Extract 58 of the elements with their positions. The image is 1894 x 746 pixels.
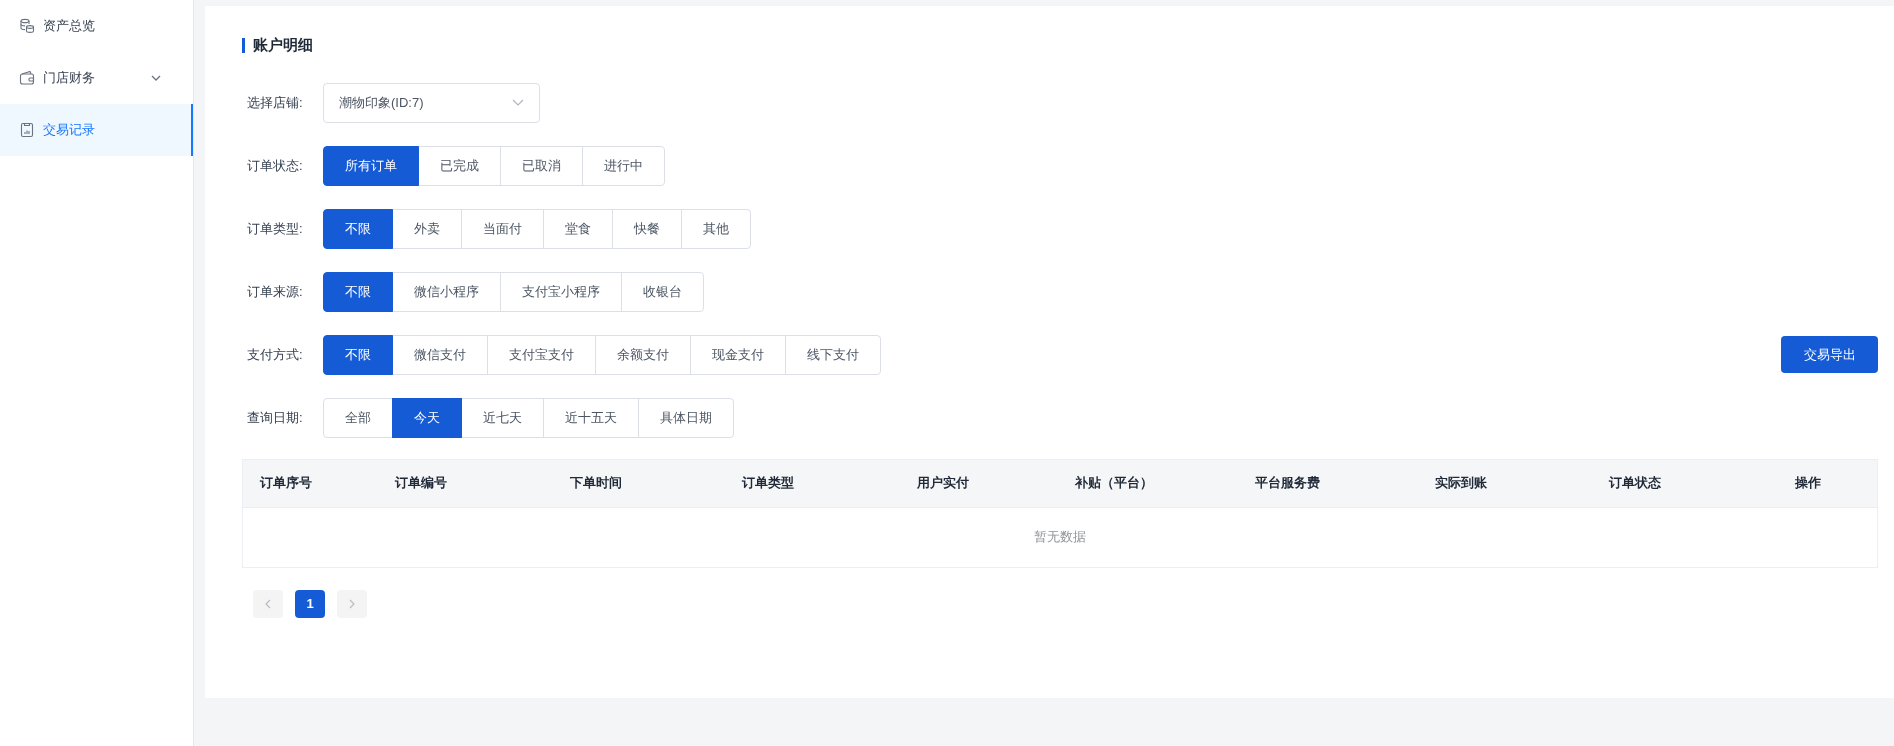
title-accent-bar <box>242 37 245 53</box>
filter-option[interactable]: 近十五天 <box>543 397 639 438</box>
report-icon <box>19 122 35 138</box>
filter-option[interactable]: 收银台 <box>621 271 704 312</box>
filter-option[interactable]: 已取消 <box>500 145 583 186</box>
next-page-button[interactable] <box>337 589 367 618</box>
page-button[interactable]: 1 <box>295 589 325 618</box>
export-button[interactable]: 交易导出 <box>1781 336 1878 373</box>
filter-option[interactable]: 堂食 <box>543 208 613 249</box>
filter-label: 查询日期: <box>247 408 304 427</box>
filter-option[interactable]: 线下支付 <box>785 334 881 375</box>
filter-label: 订单状态: <box>247 156 304 175</box>
filter-label: 选择店铺: <box>247 93 304 112</box>
sidebar-item[interactable]: 门店财务 <box>0 52 193 104</box>
filter-label: 订单来源: <box>247 282 304 301</box>
filter-option[interactable]: 其他 <box>681 208 751 249</box>
filter-option[interactable]: 不限 <box>323 208 393 249</box>
filter-option[interactable]: 今天 <box>392 397 462 438</box>
filter-option[interactable]: 外卖 <box>392 208 462 249</box>
prev-page-button[interactable] <box>253 589 283 618</box>
coins-icon <box>19 18 35 34</box>
filter-option[interactable]: 余额支付 <box>595 334 691 375</box>
filter-option[interactable]: 支付宝小程序 <box>500 271 622 312</box>
filter-option[interactable]: 现金支付 <box>690 334 786 375</box>
filter-option[interactable]: 进行中 <box>582 145 665 186</box>
column-header: 用户实付 <box>916 474 970 493</box>
sidebar-item[interactable]: 交易记录 <box>0 104 193 156</box>
column-header: 实际到账 <box>1434 474 1488 493</box>
filter-option[interactable]: 具体日期 <box>638 397 734 438</box>
filter-option[interactable]: 微信小程序 <box>392 271 501 312</box>
empty-message: 暂无数据 <box>1034 528 1086 547</box>
filter-option[interactable]: 不限 <box>323 271 393 312</box>
column-header: 平台服务费 <box>1254 474 1321 493</box>
column-header: 操作 <box>1794 474 1822 493</box>
column-header: 订单序号 <box>259 474 313 493</box>
column-header: 订单类型 <box>741 474 795 493</box>
filter-label: 订单类型: <box>247 219 304 238</box>
filter-option[interactable]: 已完成 <box>418 145 501 186</box>
column-header: 订单编号 <box>394 474 448 493</box>
column-header: 订单状态 <box>1608 474 1662 493</box>
sidebar-item[interactable]: 资产总览 <box>0 0 193 52</box>
section-title: 账户明细 <box>253 35 313 55</box>
filter-option[interactable]: 所有订单 <box>323 145 419 186</box>
filter-option[interactable]: 当面付 <box>461 208 544 249</box>
chevron-down-icon <box>512 99 524 106</box>
filter-option[interactable]: 全部 <box>323 397 393 438</box>
filter-option[interactable]: 支付宝支付 <box>487 334 596 375</box>
filter-option[interactable]: 快餐 <box>612 208 682 249</box>
column-header: 下单时间 <box>569 474 623 493</box>
store-select[interactable]: 潮物印象(ID:7) <box>323 82 540 123</box>
chevron-right-icon <box>349 598 355 609</box>
chevron-left-icon <box>265 598 271 609</box>
filter-option[interactable]: 不限 <box>323 334 393 375</box>
filter-option[interactable]: 近七天 <box>461 397 544 438</box>
filter-option[interactable]: 微信支付 <box>392 334 488 375</box>
filter-label: 支付方式: <box>247 345 304 364</box>
column-header: 补贴（平台） <box>1074 474 1154 493</box>
wallet-icon <box>19 70 35 86</box>
